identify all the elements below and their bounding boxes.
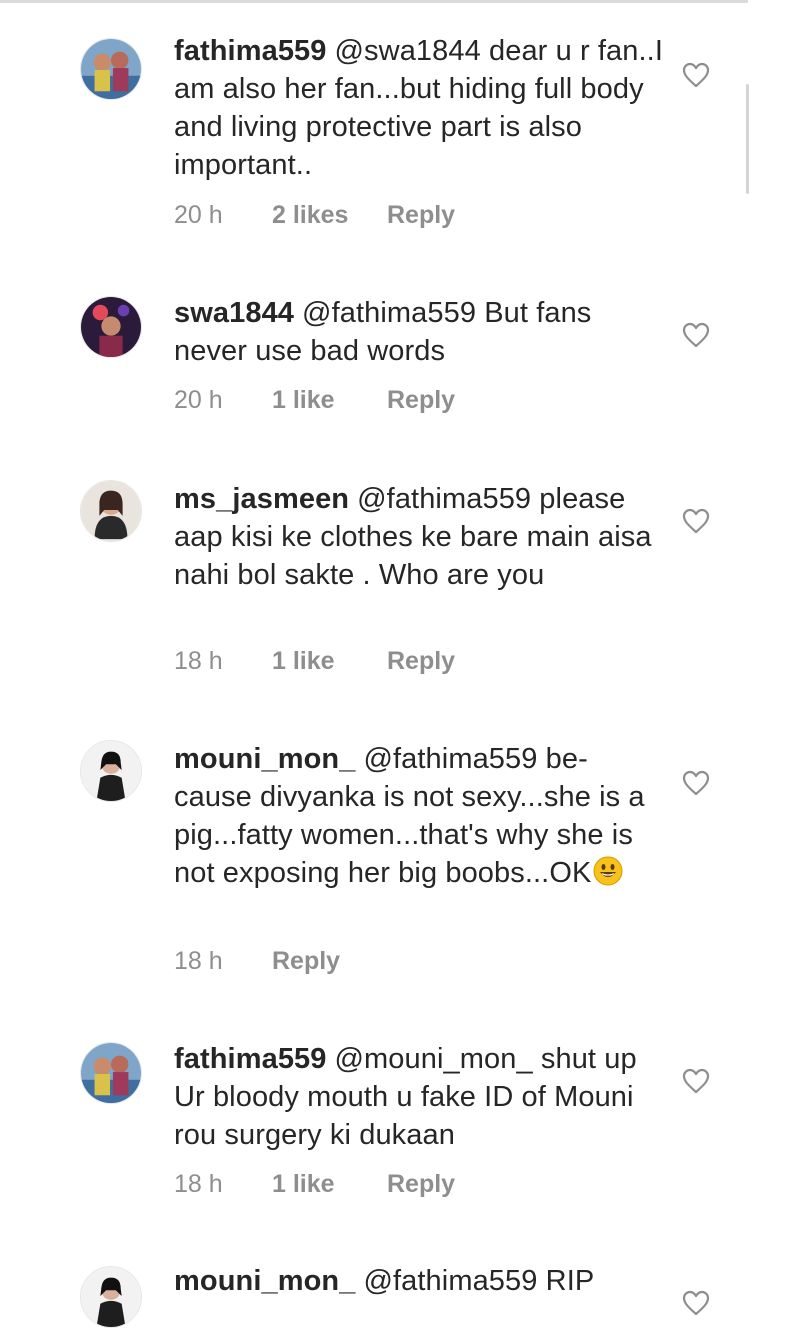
- user-avatar-icon[interactable]: [80, 1266, 142, 1328]
- comment-likes-link[interactable]: 1 like: [272, 647, 387, 676]
- comment-likes-link[interactable]: 1 like: [272, 1170, 387, 1199]
- comment-username[interactable]: swa1844: [174, 297, 294, 329]
- comment-meta: 18 h 1 like Reply: [174, 1170, 455, 1199]
- comment-timestamp: 20 h: [174, 201, 223, 229]
- heart-outline-icon[interactable]: [682, 322, 710, 348]
- heart-outline-icon[interactable]: [682, 770, 710, 796]
- heart-outline-icon[interactable]: [682, 508, 710, 534]
- comment-text-block: fathima559 @mouni_mon_ shut up Ur bloody …: [174, 1040, 664, 1154]
- user-avatar-icon[interactable]: [80, 480, 142, 542]
- user-avatar-icon[interactable]: [80, 38, 142, 100]
- reply-button[interactable]: Reply: [387, 647, 455, 676]
- comment-text-block: fathima559 @swa1844 dear u r fan..I am al…: [174, 32, 664, 184]
- comment-text-block: ms_jasmeen @fathima559 please aap kisi ke…: [174, 480, 664, 594]
- comment-meta: 18 h 1 like Reply: [174, 647, 455, 676]
- comment-username[interactable]: mouni_mon_: [174, 743, 355, 775]
- comment-text-block: swa1844 @fathima559 But fans never use ba…: [174, 294, 664, 370]
- reply-button[interactable]: Reply: [387, 1170, 455, 1199]
- user-avatar-icon[interactable]: [80, 740, 142, 802]
- heart-outline-icon[interactable]: [682, 62, 710, 88]
- top-divider: [0, 0, 748, 3]
- user-avatar-icon[interactable]: [80, 296, 142, 358]
- comment-likes-link[interactable]: 2 likes: [272, 201, 387, 230]
- comment-meta: 18 h Reply: [174, 947, 340, 976]
- reply-button[interactable]: Reply: [387, 201, 455, 230]
- comment-body: @fathima559 RIP: [363, 1265, 595, 1297]
- grinning-face-emoji: [593, 856, 623, 886]
- comment-text-block: mouni_mon_ @fathima559 RIP: [174, 1262, 664, 1300]
- user-avatar-icon[interactable]: [80, 1042, 142, 1104]
- comment-username[interactable]: ms_jasmeen: [174, 483, 349, 515]
- reply-button[interactable]: Reply: [387, 386, 455, 415]
- comment-likes-link[interactable]: 1 like: [272, 386, 387, 415]
- heart-outline-icon[interactable]: [682, 1068, 710, 1094]
- comment-meta: 20 h 1 like Reply: [174, 386, 455, 415]
- comment-timestamp: 20 h: [174, 386, 223, 414]
- comment-username[interactable]: fathima559: [174, 35, 327, 67]
- heart-outline-icon[interactable]: [682, 1290, 710, 1316]
- comment-timestamp: 18 h: [174, 647, 223, 675]
- scrollbar[interactable]: [746, 84, 749, 194]
- comment-username[interactable]: mouni_mon_: [174, 1265, 355, 1297]
- comment-text-block: mouni_mon_ @fathima559 be-cause divyanka …: [174, 740, 664, 892]
- comment-meta: 20 h 2 likes Reply: [174, 201, 455, 230]
- comment-timestamp: 18 h: [174, 1170, 223, 1198]
- reply-button[interactable]: Reply: [272, 947, 340, 976]
- comment-timestamp: 18 h: [174, 947, 223, 975]
- comment-username[interactable]: fathima559: [174, 1043, 327, 1075]
